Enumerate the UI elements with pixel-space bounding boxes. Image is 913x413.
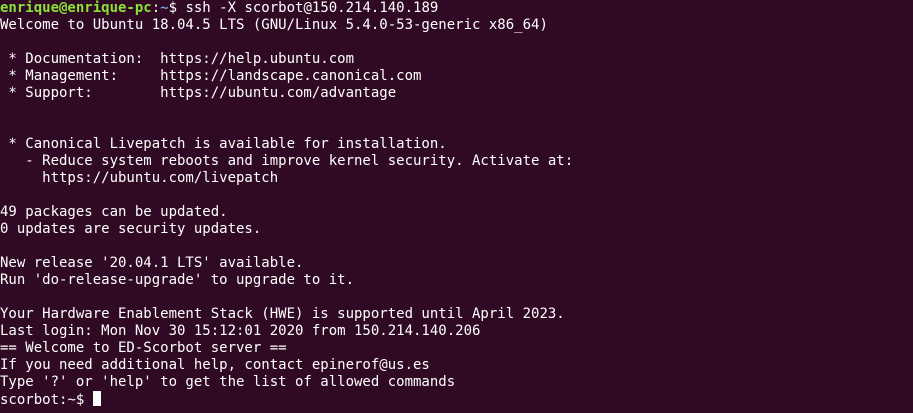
output-line: If you need additional help, contact epi… xyxy=(0,357,430,373)
prompt-path: ~ xyxy=(160,0,169,16)
output-line: New release '20.04.1 LTS' available. xyxy=(0,255,304,271)
local-prompt-line: enrique@enrique-pc:~$ ssh -X scorbot@150… xyxy=(0,0,913,17)
output-line: 0 updates are security updates. xyxy=(0,221,262,237)
remote-prompt: scorbot:~$ xyxy=(0,392,93,408)
output-line: - Reduce system reboots and improve kern… xyxy=(0,153,574,169)
output-line: Type '?' or 'help' to get the list of al… xyxy=(0,374,456,390)
output-line: * Canonical Livepatch is available for i… xyxy=(0,136,447,152)
output-line: Last login: Mon Nov 30 15:12:01 2020 fro… xyxy=(0,323,481,339)
output-line: * Support: https://ubuntu.com/advantage xyxy=(0,85,397,101)
prompt-symbol: $ xyxy=(168,0,186,16)
terminal-window[interactable]: enrique@enrique-pc:~$ ssh -X scorbot@150… xyxy=(0,0,913,413)
output-line: Your Hardware Enablement Stack (HWE) is … xyxy=(0,306,565,322)
output-line: 49 packages can be updated. xyxy=(0,204,228,220)
remote-prompt-line[interactable]: scorbot:~$ xyxy=(0,391,913,408)
prompt-colon: : xyxy=(151,0,161,16)
output-line: https://ubuntu.com/livepatch xyxy=(0,170,279,186)
prompt-user-host: enrique@enrique-pc xyxy=(0,0,152,16)
output-line: Run 'do-release-upgrade' to upgrade to i… xyxy=(0,272,355,288)
text-cursor xyxy=(92,391,101,406)
prompt-command: ssh -X scorbot@150.214.140.189 xyxy=(185,0,439,16)
output-line: * Documentation: https://help.ubuntu.com xyxy=(0,51,355,67)
output-line: * Management: https://landscape.canonica… xyxy=(0,68,422,84)
output-line: == Welcome to ED-Scorbot server == xyxy=(0,340,287,356)
output-line: Welcome to Ubuntu 18.04.5 LTS (GNU/Linux… xyxy=(0,17,548,33)
